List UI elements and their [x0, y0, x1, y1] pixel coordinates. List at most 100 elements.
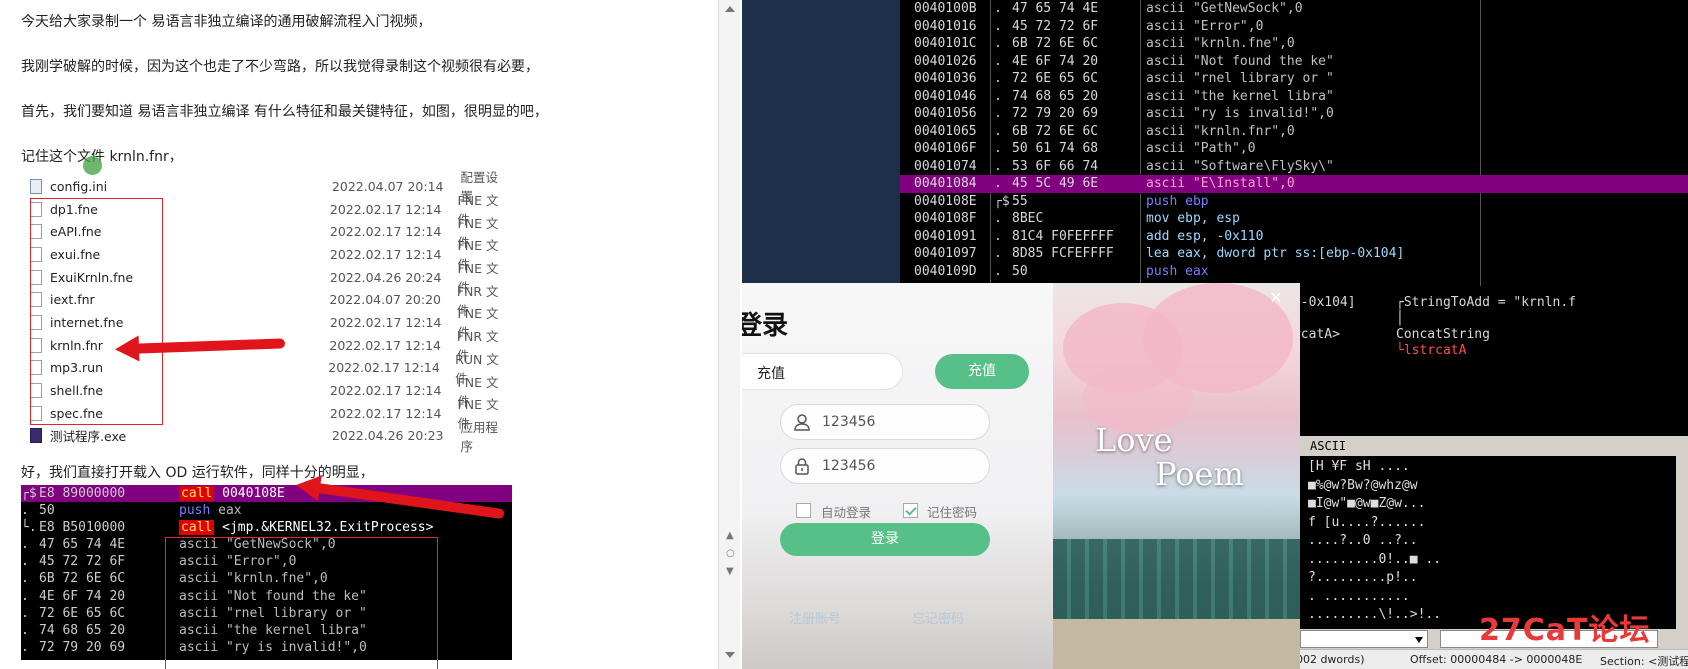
- disasm-row[interactable]: 00401036. 72 6E 65 6C ascii "rnel library …: [900, 70, 1688, 88]
- disasm-hex: 50 61 74 68: [1012, 141, 1099, 156]
- highlight-box-strings: [165, 537, 438, 669]
- disasm-row[interactable]: 00401016. 45 72 72 6F ascii "Error",0: [900, 18, 1688, 36]
- command-select[interactable]: [1300, 630, 1428, 648]
- asm-hex: 6B 72 6E 6C: [39, 571, 126, 587]
- disasm-hex: 45 72 72 6F: [1012, 18, 1099, 34]
- scroll-down-nav-icon[interactable]: ▼: [726, 566, 734, 577]
- disasm-address: 0040106F: [914, 141, 977, 156]
- dump-ascii-header: ASCII: [1310, 439, 1347, 453]
- lock-icon: [795, 458, 809, 475]
- disasm-instruction: ascii "Software\FlySky\": [1146, 158, 1334, 174]
- file-date: 2022.04.07 20:14: [331, 178, 444, 194]
- config-file-icon: [30, 178, 42, 194]
- disasm-row[interactable]: 0040100B. 47 65 74 4E ascii "GetNewSock",0: [900, 0, 1688, 18]
- disasm-instruction: ascii "ry is invalid!",0: [1146, 106, 1334, 121]
- forgot-password-link[interactable]: 忘记密码: [912, 608, 964, 627]
- asm-operand: 0040108E: [214, 486, 285, 501]
- password-field[interactable]: 123456: [780, 448, 990, 484]
- auto-login-checkbox[interactable]: [796, 503, 811, 518]
- disasm-row[interactable]: 0040108E ┌$ 55 push ebp: [900, 193, 1688, 211]
- info-comment: │: [1396, 311, 1404, 326]
- disasm-row[interactable]: 00401091. 81C4 F0FEFFFF add esp, -0x110: [900, 228, 1688, 246]
- status-bar: 2 - 00002 dwords) Offset: 00000484 -> 00…: [1260, 649, 1688, 669]
- asm-hex: E8 89000000: [39, 486, 126, 501]
- exe-icon: [30, 428, 42, 444]
- disasm-instruction: ascii "GetNewSock",0: [1146, 1, 1303, 16]
- file-date: 2022.02.17 12:14: [329, 314, 442, 330]
- dump-ascii: f [u....?......: [1308, 514, 1426, 530]
- dump-ascii: ?.........p!..: [1308, 570, 1418, 585]
- disasm-hex: 8D85 FCFEFFFF: [1012, 246, 1114, 261]
- file-date: 2022.02.17 12:14: [329, 246, 442, 262]
- disasm-row[interactable]: 0040106F. 50 61 74 68 ascii "Path",0: [900, 140, 1688, 158]
- paragraph-experience: 我刚学破解的时候，因为这个也走了不少弯路，所以我觉得录制这个视频很有必要，: [21, 59, 539, 75]
- register-link[interactable]: 注册账号: [789, 608, 841, 627]
- disasm-hex: 6B 72 6E 6C: [1012, 36, 1099, 51]
- disasm-address: 00401097: [914, 246, 977, 261]
- disasm-row[interactable]: 00401056. 72 79 20 69 ascii "ry is invalid…: [900, 105, 1688, 123]
- disasm-row[interactable]: 0040109D. 50 push eax: [900, 263, 1688, 281]
- disasm-row[interactable]: 0040108F. 8BEC mov ebp, esp: [900, 210, 1688, 228]
- file-row[interactable]: 测试程序.exe 2022.04.26 20:23 应用程序: [30, 420, 510, 454]
- disasm-hex: 74 68 65 20: [1012, 88, 1099, 104]
- disasm-hex: 8BEC: [1012, 211, 1044, 226]
- disasm-gutter: .: [994, 141, 1002, 156]
- disasm-hex: 45 5C 49 6E: [1012, 176, 1099, 191]
- username-field[interactable]: 123456: [780, 404, 990, 440]
- disassembly-pane[interactable]: 0040100B. 47 65 74 4E ascii "GetNewSock",0…: [900, 0, 1688, 286]
- recharge-value: 充值: [757, 366, 785, 382]
- disasm-row[interactable]: 00401046. 74 68 65 20 ascii "the kernel li…: [900, 88, 1688, 106]
- asm-gutter: ┌$: [21, 486, 37, 501]
- scroll-up-icon[interactable]: [725, 6, 735, 12]
- login-title: 登录: [742, 311, 789, 341]
- disasm-row[interactable]: 00401026. 4E 6F 74 20 ascii "Not found the…: [900, 53, 1688, 71]
- login-button[interactable]: 登录: [780, 523, 990, 556]
- disasm-gutter: .: [994, 158, 1002, 174]
- remember-password-checkbox[interactable]: [903, 503, 918, 518]
- disasm-address: 00401056: [914, 106, 977, 121]
- watermark: 27CaT论坛: [1479, 613, 1651, 648]
- disasm-instruction: mov ebp, esp: [1146, 211, 1240, 226]
- file-date: 2022.04.26 20:23: [331, 428, 444, 444]
- disasm-row[interactable]: 00401097. 8D85 FCFEFFFF lea eax, dword ptr…: [900, 245, 1688, 263]
- recharge-input[interactable]: 充值: [742, 353, 903, 390]
- dump-ascii: [H ¥F sH ....: [1308, 459, 1410, 474]
- scroll-page-icon[interactable]: ○: [726, 548, 735, 559]
- disasm-hex: 6B 72 6E 6C: [1012, 123, 1099, 139]
- asm-instruction: call <jmp.&KERNEL32.ExitProcess>: [179, 519, 512, 536]
- disasm-instruction: ascii "the kernel libra": [1146, 88, 1334, 104]
- document-scrollbar[interactable]: ▲ ○ ▼: [718, 0, 740, 669]
- asm-gutter: .: [21, 588, 29, 604]
- asm-hex: 74 68 65 20: [39, 622, 126, 638]
- close-icon[interactable]: ✕: [1267, 289, 1285, 307]
- asm-hex: 45 72 72 6F: [39, 554, 126, 570]
- scroll-nav-icon[interactable]: ▲: [726, 530, 734, 541]
- remember-password-label: 记住密码: [927, 505, 978, 520]
- highlight-box-files: [30, 198, 163, 425]
- disasm-row[interactable]: 00401065. 6B 72 6E 6C ascii "krnln.fnr",0: [900, 123, 1688, 141]
- disasm-instruction: ascii "Not found the ke": [1146, 53, 1334, 69]
- login-artwork: Love Poem: [1053, 283, 1300, 669]
- file-row[interactable]: config.ini 2022.04.07 20:14 配置设置: [30, 170, 510, 204]
- disasm-hex: 55: [1012, 193, 1028, 209]
- disasm-row[interactable]: 00401084. 45 5C 49 6E ascii "E\Install",0: [900, 175, 1688, 193]
- disasm-hex: 47 65 74 4E: [1012, 1, 1099, 16]
- login-dialog: 登录 充值 充值 123456 123456 自动登录 记住密码 登录 注册账号…: [742, 283, 1300, 669]
- disasm-row[interactable]: 0040101C. 6B 72 6E 6C ascii "krnln.fne",0: [900, 35, 1688, 53]
- disasm-address: 0040101C: [914, 36, 977, 51]
- asm-gutter: .: [21, 571, 29, 587]
- recharge-button[interactable]: 充值: [935, 354, 1029, 389]
- disasm-instruction: push eax: [1146, 263, 1209, 279]
- file-name: config.ini: [50, 178, 108, 194]
- disasm-instruction: lea eax, dword ptr ss:[ebp-0x104]: [1146, 246, 1405, 261]
- status-offset: Offset: 00000484 -> 0000048E: [1410, 653, 1583, 666]
- disasm-address: 0040109D: [914, 263, 977, 279]
- disasm-gutter: .: [994, 176, 1002, 191]
- disasm-address: 00401074: [914, 158, 977, 174]
- scroll-down-icon[interactable]: [725, 652, 735, 658]
- disasm-row[interactable]: 00401074. 53 6F 66 74 ascii "Software\FlyS…: [900, 158, 1688, 176]
- file-date: 2022.02.17 12:14: [329, 201, 442, 217]
- dump-scrollbar[interactable]: [1676, 436, 1688, 632]
- artwork-word-love: Love: [1095, 421, 1173, 459]
- dump-ascii: .........0!..■ ..: [1308, 551, 1442, 567]
